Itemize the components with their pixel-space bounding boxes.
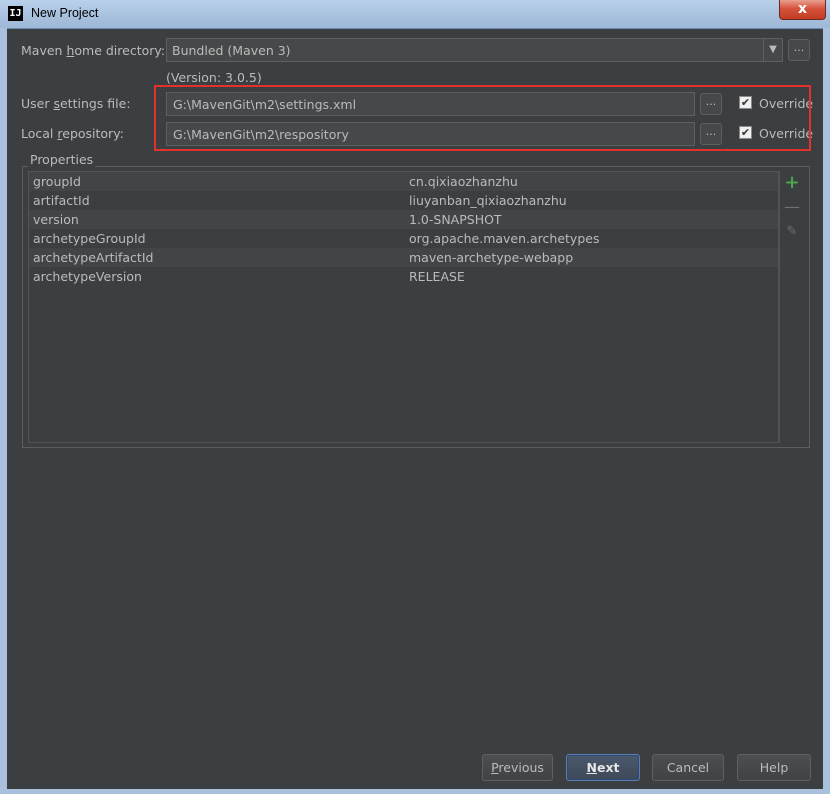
pencil-icon[interactable]: ✎ [784, 224, 800, 240]
maven-home-label: Maven home directory: [21, 43, 166, 58]
maven-home-value: Bundled (Maven 3) [172, 43, 291, 58]
user-settings-input[interactable]: G:\MavenGit\m2\settings.xml [166, 92, 695, 116]
local-repo-override-label: Override [759, 126, 814, 141]
property-key: artifactId [33, 193, 90, 208]
local-repo-browse-button[interactable]: ... [700, 123, 722, 145]
property-value: cn.qixiaozhanzhu [409, 174, 518, 189]
property-key: archetypeGroupId [33, 231, 146, 246]
cancel-button[interactable]: Cancel [652, 754, 724, 781]
maven-home-browse-button[interactable]: ... [788, 39, 810, 61]
user-settings-override-label: Override [759, 96, 814, 111]
property-value: maven-archetype-webapp [409, 250, 574, 265]
table-row[interactable]: archetypeGroupId org.apache.maven.archety… [29, 229, 778, 248]
user-settings-override-checkbox[interactable]: ✔ [739, 96, 752, 109]
property-key: version [33, 212, 79, 227]
user-settings-browse-button[interactable]: ... [700, 93, 722, 115]
property-key: archetypeArtifactId [33, 250, 154, 265]
window-frame-left [0, 28, 7, 794]
window-title: New Project [31, 6, 99, 20]
table-row[interactable]: groupId cn.qixiaozhanzhu [29, 172, 778, 191]
properties-table[interactable]: groupId cn.qixiaozhanzhu artifactId liuyan… [28, 171, 779, 443]
property-value: 1.0-SNAPSHOT [409, 212, 502, 227]
property-value: liuyanban_qixiaozhanzhu [409, 193, 567, 208]
window-frame-bottom [0, 789, 830, 794]
table-row[interactable]: version 1.0-SNAPSHOT [29, 210, 778, 229]
help-button[interactable]: Help [737, 754, 811, 781]
property-key: archetypeVersion [33, 269, 142, 284]
table-row[interactable]: artifactId liuyanban_qixiaozhanzhu [29, 191, 778, 210]
previous-button[interactable]: Previous [482, 754, 553, 781]
local-repo-label: Local repository: [21, 126, 124, 141]
maven-version-note: (Version: 3.0.5) [166, 70, 262, 85]
property-value: RELEASE [409, 269, 465, 284]
local-repo-override-checkbox[interactable]: ✔ [739, 126, 752, 139]
user-settings-label: User settings file: [21, 96, 131, 111]
close-window-button[interactable]: x [779, 0, 826, 20]
table-row[interactable]: archetypeArtifactId maven-archetype-webap… [29, 248, 778, 267]
window-frame-right [823, 28, 830, 794]
chevron-down-icon[interactable]: ▼ [763, 39, 782, 61]
property-key: groupId [33, 174, 81, 189]
property-value: org.apache.maven.archetypes [409, 231, 600, 246]
table-row[interactable]: archetypeVersion RELEASE [29, 267, 778, 286]
intellij-icon: IJ [8, 6, 23, 21]
local-repo-input[interactable]: G:\MavenGit\m2\respository [166, 122, 695, 146]
plus-icon[interactable]: + [784, 174, 800, 192]
next-button[interactable]: Next [566, 754, 640, 781]
title-bar[interactable]: IJ New Project x [0, 0, 830, 29]
properties-title: Properties [28, 152, 96, 167]
maven-home-select[interactable]: Bundled (Maven 3) ▼ [166, 38, 783, 62]
table-toolbar-divider [779, 171, 780, 443]
minus-icon[interactable]: — [784, 199, 800, 215]
